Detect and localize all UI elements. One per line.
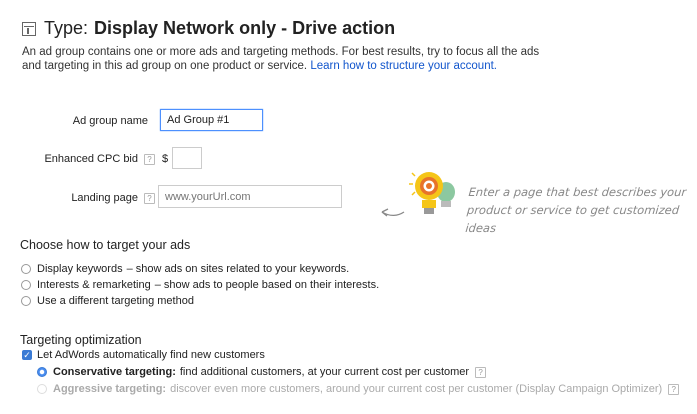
conservative-option-label: Conservative targeting: — [53, 366, 176, 378]
page-header: Type: Display Network only - Drive actio… — [22, 18, 395, 39]
other-method-option-label: Use a different targeting method — [37, 295, 194, 307]
ad-group-type-icon — [22, 21, 36, 36]
landing-page-label-text: Landing page — [71, 192, 138, 204]
conservative-option[interactable]: Conservative targeting: find additional … — [37, 366, 487, 378]
interests-option-detail: – show ads to people based on their inte… — [154, 279, 380, 291]
conservative-option-detail: find additional customers, at your curre… — [179, 366, 470, 378]
conservative-radio[interactable] — [37, 367, 47, 377]
ad-group-name-input[interactable] — [160, 109, 263, 131]
targeting-section-title: Choose how to target your ads — [20, 238, 191, 252]
hint-illustration — [381, 172, 455, 217]
targeting-option-keywords[interactable]: Display keywords – show ads on sites rel… — [21, 263, 349, 275]
cpc-help-icon[interactable]: ? — [144, 153, 155, 165]
aggressive-radio[interactable] — [37, 384, 47, 394]
enhanced-cpc-label-text: Enhanced CPC bid — [44, 153, 138, 165]
landing-page-input[interactable] — [158, 185, 342, 208]
targeting-option-other[interactable]: Use a different targeting method — [21, 295, 194, 307]
aggressive-option[interactable]: Aggressive targeting: discover even more… — [37, 383, 680, 395]
landing-page-hint: Enter a page that best describes your pr… — [464, 185, 687, 235]
interests-option-label: Interests & remarketing — [37, 279, 151, 291]
auto-find-customers[interactable]: ✓ Let AdWords automatically find new cus… — [22, 349, 265, 361]
landing-page-label: Landing page? — [30, 192, 155, 204]
cpc-bid-input[interactable] — [172, 147, 202, 169]
keywords-option-label: Display keywords — [37, 263, 123, 275]
auto-find-checkbox[interactable]: ✓ — [22, 350, 32, 360]
optimization-section-title: Targeting optimization — [20, 333, 142, 347]
aggressive-help-icon[interactable]: ? — [668, 383, 680, 395]
keywords-radio[interactable] — [21, 264, 31, 274]
enhanced-cpc-label: Enhanced CPC bid? — [30, 153, 155, 165]
lightbulb-icon — [409, 172, 455, 214]
aggressive-option-detail: discover even more customers, around you… — [170, 383, 663, 395]
auto-find-label: Let AdWords automatically find new custo… — [37, 349, 265, 361]
currency-symbol: $ — [162, 153, 169, 165]
learn-structure-link[interactable]: Learn how to structure your account. — [310, 60, 497, 72]
aggressive-option-label: Aggressive targeting: — [53, 383, 167, 395]
interests-radio[interactable] — [21, 280, 31, 290]
other-method-radio[interactable] — [21, 296, 31, 306]
keywords-option-detail: – show ads on sites related to your keyw… — [126, 263, 350, 275]
ad-group-name-label: Ad group name — [72, 115, 148, 127]
landing-help-icon[interactable]: ? — [144, 192, 155, 204]
title-prefix: Type: — [44, 18, 89, 38]
arrow-icon — [381, 208, 405, 217]
page-title: Display Network only - Drive action — [94, 18, 396, 38]
targeting-option-interests[interactable]: Interests & remarketing – show ads to pe… — [21, 279, 379, 291]
conservative-help-icon[interactable]: ? — [475, 366, 487, 378]
description: An ad group contains one or more ads and… — [22, 45, 542, 73]
